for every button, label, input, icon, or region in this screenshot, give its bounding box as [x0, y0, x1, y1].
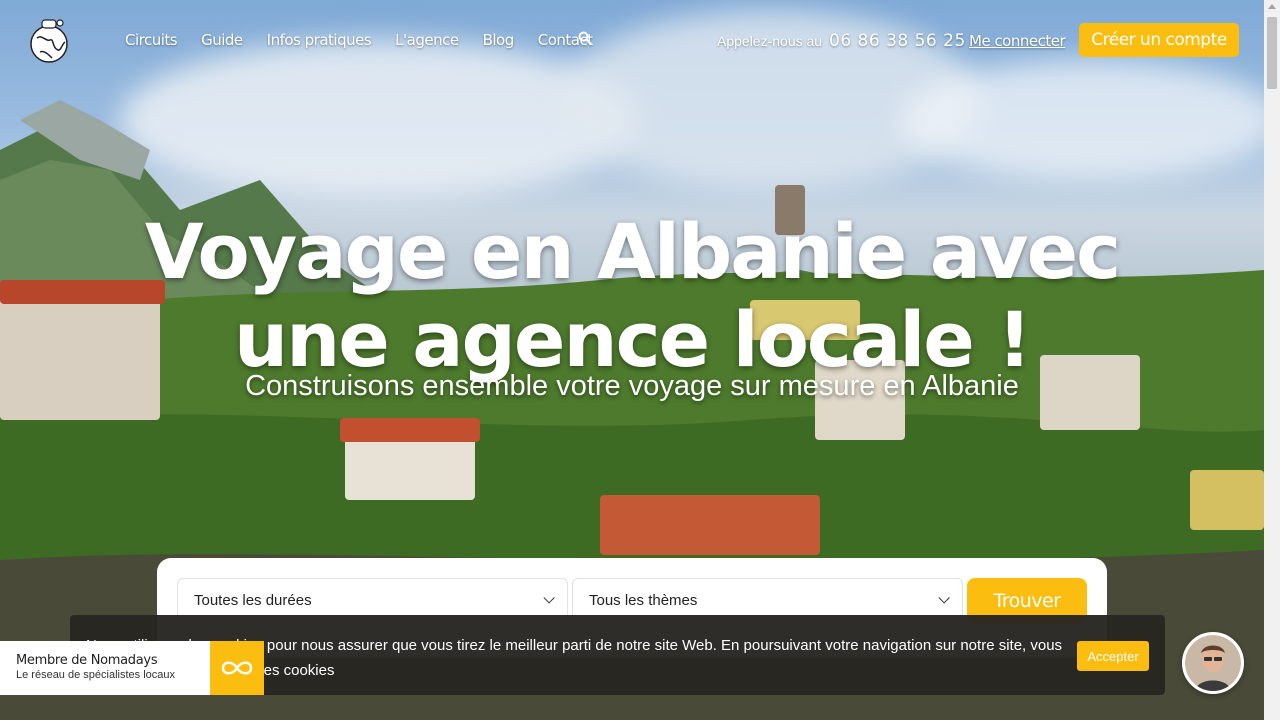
- nomadays-logo: [210, 641, 264, 695]
- chat-avatar[interactable]: [1182, 632, 1244, 694]
- duration-select-value: Toutes les durées: [194, 591, 312, 609]
- scroll-up-icon[interactable]: [1268, 4, 1276, 9]
- nav-blog[interactable]: Blog: [483, 31, 515, 49]
- nav-guide[interactable]: Guide: [201, 31, 243, 49]
- roof: [340, 418, 480, 442]
- hero-subtitle: Construisons ensemble votre voyage sur m…: [245, 370, 1019, 402]
- phone-label: Appelez-nous au: [717, 33, 823, 49]
- house: [1190, 470, 1264, 530]
- nav-infos-pratiques[interactable]: Infos pratiques: [267, 31, 372, 49]
- globe-logo-icon[interactable]: [28, 14, 72, 64]
- nomadays-title: Membre de Nomadays: [16, 653, 158, 668]
- chevron-down-icon: [543, 592, 555, 604]
- phone-number[interactable]: 06 86 38 56 25: [829, 31, 966, 51]
- page-scrollbar[interactable]: [1264, 0, 1280, 720]
- search-icon[interactable]: [578, 31, 592, 45]
- hero-title: Voyage en Albanie avec une agence locale…: [144, 207, 1121, 384]
- nomadays-text: Membre de Nomadays Le réseau de spéciali…: [0, 641, 210, 695]
- scroll-thumb[interactable]: [1267, 17, 1277, 89]
- chevron-down-icon: [938, 592, 950, 604]
- nomadays-badge[interactable]: Membre de Nomadays Le réseau de spéciali…: [0, 641, 264, 695]
- main-nav: Circuits Guide Infos pratiques L'agence …: [125, 31, 617, 49]
- nav-agence[interactable]: L'agence: [395, 31, 459, 49]
- create-account-button[interactable]: Créer un compte: [1079, 23, 1239, 57]
- infinity-icon: [221, 661, 253, 675]
- roof: [600, 495, 820, 555]
- login-link[interactable]: Me connecter: [969, 32, 1066, 50]
- theme-select-value: Tous les thèmes: [589, 591, 698, 609]
- agent-avatar-icon: [1185, 635, 1241, 691]
- nav-circuits[interactable]: Circuits: [125, 31, 178, 49]
- nomadays-subtitle: Le réseau de spécialistes locaux: [16, 669, 175, 681]
- accept-cookies-button[interactable]: Accepter: [1077, 641, 1149, 671]
